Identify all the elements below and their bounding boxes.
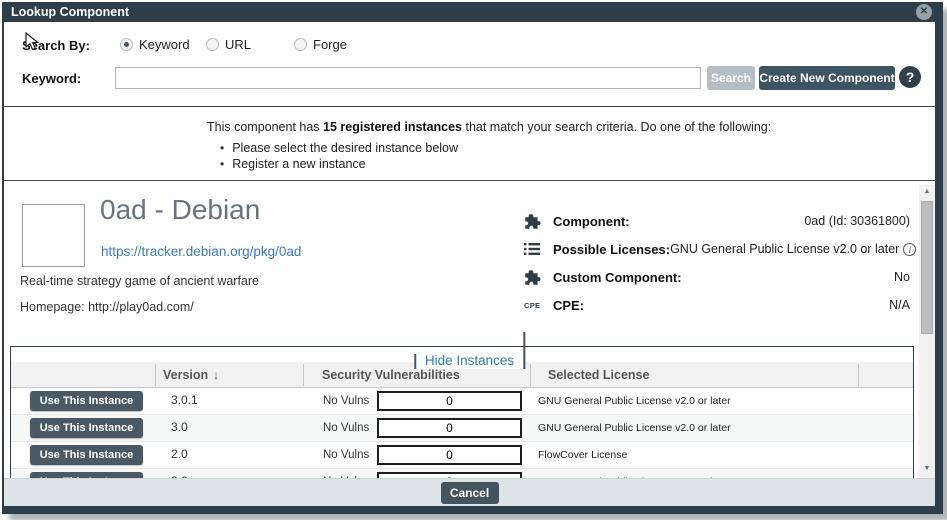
instance-row: Use This Instance 3.0 No Vulns GNU Gener… — [11, 415, 913, 442]
puzzle-icon — [524, 213, 544, 229]
dialog-content: Search By: Keyword URL Forge Keyw — [4, 22, 935, 506]
message-bullet-1: • Please select the desired instance bel… — [220, 141, 458, 155]
help-icon[interactable]: ? — [899, 66, 921, 88]
component-image-placeholder — [22, 204, 85, 267]
dialog-footer: Cancel — [4, 478, 935, 506]
bullet-text: Please select the desired instance below — [232, 141, 458, 155]
puzzle-icon — [524, 269, 544, 285]
use-this-instance-button[interactable]: Use This Instance — [30, 391, 143, 411]
radio-url[interactable]: URL — [206, 37, 251, 52]
message-prefix: This component has — [207, 120, 323, 134]
search-by-radio-group: Keyword URL Forge — [120, 37, 420, 53]
message-section: This component has 15 registered instanc… — [4, 107, 935, 180]
instance-vulns-label: No Vulns — [313, 388, 369, 415]
vertical-scrollbar[interactable]: ▲ ▼ — [919, 185, 935, 478]
instance-license: GNU General Public License v2.0 or later — [530, 388, 731, 415]
cancel-button[interactable]: Cancel — [441, 482, 499, 504]
radio-url-dot[interactable] — [206, 38, 219, 51]
bullet-icon: • — [220, 141, 224, 155]
license-value: GNU General Public License v2.0 or later — [670, 242, 899, 256]
detail-row-licenses: Possible Licenses: GNU General Public Li… — [524, 235, 910, 263]
instance-vulns-label: No Vulns — [313, 469, 369, 478]
dialog-titlebar: Lookup Component ✕ — [2, 2, 943, 22]
radio-forge-dot[interactable] — [294, 38, 307, 51]
message-bullet-2: • Register a new instance — [220, 157, 366, 171]
detail-label: CPE: — [553, 298, 584, 313]
instance-row: Use This Instance 2.0 No Vulns FlowCover… — [11, 442, 913, 469]
radio-keyword-label: Keyword — [139, 37, 190, 52]
instance-version: 3.0 — [163, 415, 188, 442]
close-icon[interactable]: ✕ — [916, 4, 932, 20]
instances-table: Version↓ Security Vulnerabilities Select… — [11, 362, 913, 478]
instance-license: GNU General Public License v2.0 or later — [530, 469, 731, 478]
instance-row: Use This Instance 3.0.1 No Vulns GNU Gen… — [11, 388, 913, 415]
scroll-up-icon[interactable]: ▲ — [919, 185, 935, 199]
bullet-icon: • — [220, 157, 224, 171]
instance-version: 2.0 — [163, 442, 188, 469]
detail-label: Custom Component: — [553, 270, 682, 285]
keyword-input[interactable] — [115, 67, 701, 89]
scrollbar-thumb[interactable] — [921, 201, 933, 334]
detail-value: No — [894, 270, 910, 284]
radio-url-label: URL — [225, 37, 251, 52]
use-this-instance-button[interactable]: Use This Instance — [30, 445, 143, 465]
radio-keyword[interactable]: Keyword — [120, 37, 190, 52]
legend-bar — [523, 332, 525, 369]
instance-vulns-label: No Vulns — [313, 442, 369, 469]
keyword-label: Keyword: — [22, 71, 81, 86]
lookup-component-dialog: Lookup Component ✕ Search By: Keyword UR… — [2, 2, 943, 514]
page: Lookup Component ✕ Search By: Keyword UR… — [0, 0, 947, 520]
scroll-down-icon[interactable]: ▼ — [919, 462, 935, 476]
dialog-title: Lookup Component — [11, 5, 129, 19]
search-by-label: Search By: — [22, 38, 90, 53]
create-new-component-button[interactable]: Create New Component — [759, 66, 895, 90]
instance-license: FlowCover License — [530, 442, 627, 469]
component-tracker-link[interactable]: https://tracker.debian.org/pkg/0ad — [101, 244, 301, 259]
component-name: 0ad - Debian — [100, 194, 260, 226]
info-icon[interactable]: i — [903, 243, 916, 256]
search-section: Search By: Keyword URL Forge Keyw — [4, 22, 935, 106]
hide-instances-label[interactable]: Hide Instances — [416, 353, 523, 369]
bullet-text: Register a new instance — [232, 157, 365, 171]
detail-value: N/A — [889, 298, 910, 312]
vuln-count-input[interactable] — [377, 391, 522, 411]
instance-version: 2.0 — [163, 469, 188, 478]
detail-value: 0ad (Id: 30361800) — [804, 214, 910, 228]
instance-row: Use This Instance 2.0 No Vulns GNU Gener… — [11, 469, 913, 478]
search-button[interactable]: Search — [707, 66, 755, 90]
column-header-license[interactable]: Selected License — [548, 362, 649, 388]
component-attributes: Component: 0ad (Id: 30361800) Possible L… — [524, 207, 910, 319]
instances-message: This component has 15 registered instanc… — [207, 120, 771, 134]
vuln-count-input[interactable] — [377, 445, 522, 465]
detail-value: GNU General Public License v2.0 or later… — [670, 242, 916, 256]
cpe-icon: CPE — [524, 297, 544, 313]
instance-version: 3.0.1 — [163, 388, 198, 415]
detail-row-cpe: CPE CPE: N/A — [524, 291, 910, 319]
component-description: Real-time strategy game of ancient warfa… — [20, 274, 259, 288]
sort-desc-icon: ↓ — [213, 368, 219, 382]
detail-label: Possible Licenses: — [553, 242, 670, 257]
radio-forge-label: Forge — [313, 37, 347, 52]
column-header-version[interactable]: Version↓ — [163, 362, 219, 388]
detail-row-component: Component: 0ad (Id: 30361800) — [524, 207, 910, 235]
detail-row-custom: Custom Component: No — [524, 263, 910, 291]
component-homepage: Homepage: http://play0ad.com/ — [20, 300, 194, 314]
radio-keyword-dot[interactable] — [120, 38, 133, 51]
radio-forge[interactable]: Forge — [294, 37, 347, 52]
instance-license: GNU General Public License v2.0 or later — [530, 415, 731, 442]
vuln-count-input[interactable] — [377, 418, 522, 438]
detail-label: Component: — [553, 214, 630, 229]
hide-instances-toggle[interactable]: Hide Instances — [414, 332, 525, 369]
message-suffix: that match your search criteria. Do one … — [462, 120, 771, 134]
list-icon — [524, 241, 544, 257]
use-this-instance-button[interactable]: Use This Instance — [30, 418, 143, 438]
component-detail-panel: 0ad - Debian https://tracker.debian.org/… — [4, 181, 935, 478]
instance-vulns-label: No Vulns — [313, 415, 369, 442]
message-count: 15 registered instances — [323, 120, 462, 134]
